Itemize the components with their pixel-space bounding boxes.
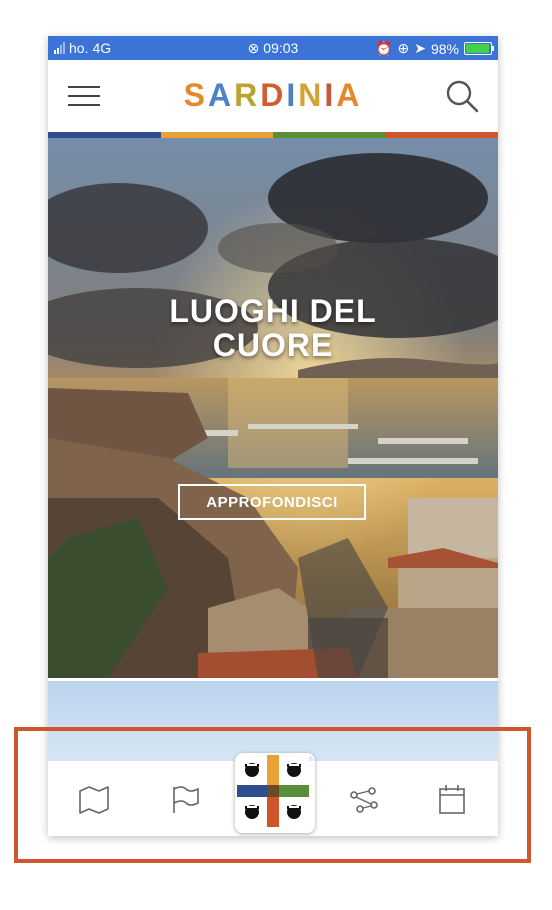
hero-card[interactable]: LUOGHI DEL CUORE APPROFONDISCI xyxy=(48,138,498,678)
logo-letter: S xyxy=(183,77,208,113)
alarm-icon: ⏰ xyxy=(375,40,393,56)
logo-letter: R xyxy=(234,77,261,113)
logo-letter: I xyxy=(324,77,337,113)
battery-icon xyxy=(464,42,494,55)
status-bar: ho. 4G ⊗ 09:03 ⏰ ⊕ ➤ 98% xyxy=(48,36,498,60)
app-screen: ho. 4G ⊗ 09:03 ⏰ ⊕ ➤ 98% SARDINIA LUOGHI… xyxy=(48,36,498,836)
tab-bar-highlight xyxy=(14,727,531,863)
status-time: 09:03 xyxy=(263,40,299,56)
app-header: SARDINIA xyxy=(48,60,498,132)
location-icon: ➤ xyxy=(414,40,426,56)
status-right: ⏰ ⊕ ➤ 98% xyxy=(375,40,494,57)
logo-letter: A xyxy=(336,77,363,113)
logo-letter: I xyxy=(286,77,299,113)
hero-image xyxy=(48,138,498,678)
hero-title-line1: LUOGHI DEL xyxy=(169,293,377,329)
sardinia-logo[interactable]: SARDINIA xyxy=(48,77,498,114)
hero-title: LUOGHI DEL CUORE xyxy=(48,294,498,362)
rotation-lock-icon: ⊕ xyxy=(397,40,410,56)
approfondisci-button[interactable]: APPROFONDISCI xyxy=(178,484,366,520)
search-icon[interactable] xyxy=(444,78,480,114)
battery-percent: 98% xyxy=(430,40,459,57)
logo-letter: A xyxy=(208,77,235,113)
logo-letter: N xyxy=(298,77,325,113)
hero-title-line2: CUORE xyxy=(212,327,334,363)
logo-letter: D xyxy=(260,77,287,113)
link-icon: ⊗ xyxy=(247,40,260,56)
